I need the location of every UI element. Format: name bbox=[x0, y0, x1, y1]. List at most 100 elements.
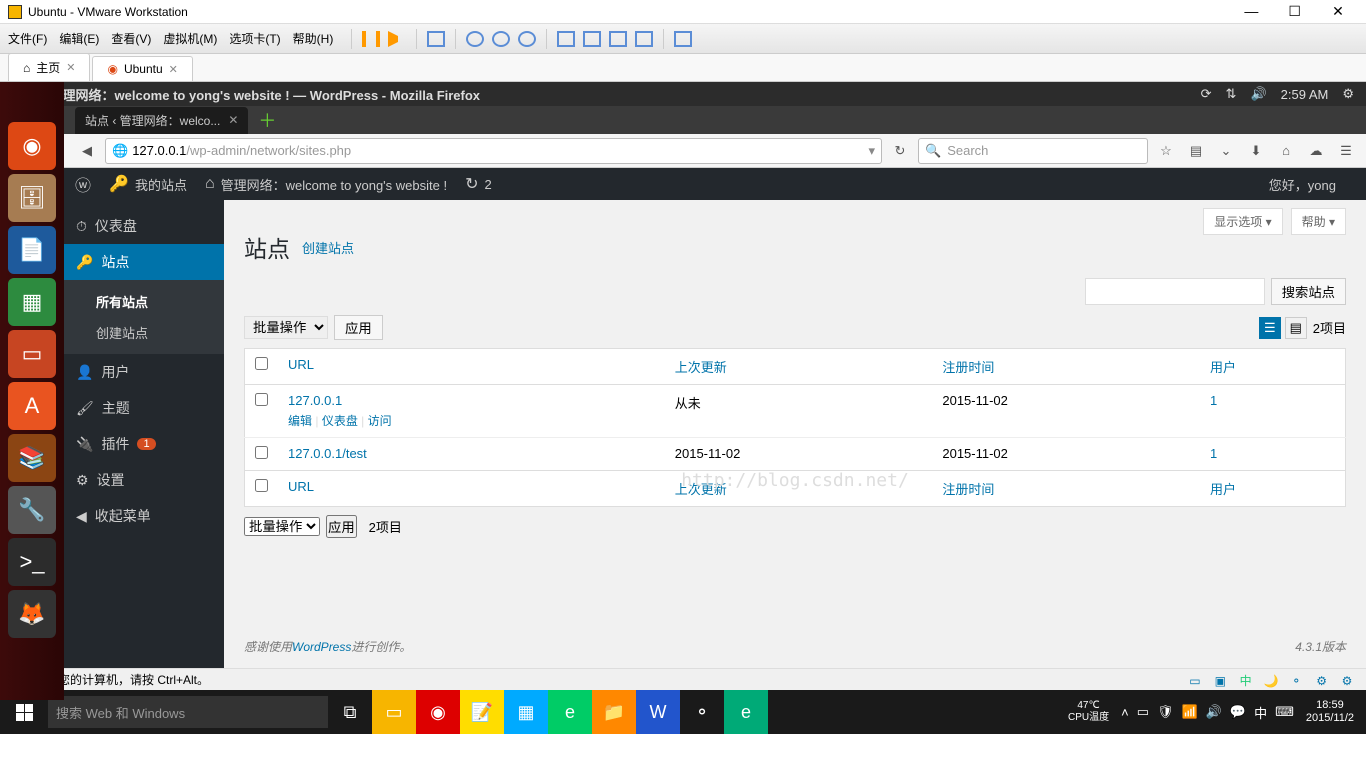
device-icon[interactable]: ▭ bbox=[1186, 674, 1204, 688]
launcher-impress[interactable]: ▭ bbox=[8, 330, 56, 378]
site-url-link[interactable]: 127.0.0.1/test bbox=[288, 446, 367, 461]
menu-icon[interactable]: ☰ bbox=[1334, 139, 1358, 163]
temp-widget[interactable]: 47℃ CPU温度 bbox=[1068, 700, 1109, 724]
network-admin[interactable]: ⌂管理网络：welcome to yong's website ! bbox=[205, 175, 447, 194]
reload-button[interactable]: ↻ bbox=[888, 139, 912, 163]
menu-help[interactable]: 帮助(H) bbox=[293, 30, 334, 47]
submenu-all-sites[interactable]: 所有站点 bbox=[64, 286, 224, 317]
taskbar-app-icon[interactable]: ▦ bbox=[504, 690, 548, 734]
clock[interactable]: 18:59 2015/11/2 bbox=[1306, 699, 1354, 725]
clock[interactable]: 2:59 AM bbox=[1281, 87, 1329, 102]
col-updated[interactable]: 上次更新 bbox=[665, 471, 933, 507]
sidebar-users[interactable]: 👤用户 bbox=[64, 354, 224, 390]
tray-wifi-icon[interactable]: 📶 bbox=[1182, 704, 1198, 720]
col-users[interactable]: 用户 bbox=[1200, 471, 1346, 507]
taskbar-app-icon[interactable]: e bbox=[548, 690, 592, 734]
unity-icon[interactable] bbox=[674, 31, 692, 47]
launcher-dash[interactable]: ◉ bbox=[8, 122, 56, 170]
dropdown-icon[interactable]: ▾ bbox=[868, 143, 875, 159]
close-icon[interactable]: ✕ bbox=[169, 63, 178, 76]
clock-icon[interactable] bbox=[518, 31, 536, 47]
sidebar-dashboard[interactable]: ⏱仪表盘 bbox=[64, 208, 224, 244]
col-users[interactable]: 用户 bbox=[1200, 349, 1346, 385]
cell-users[interactable]: 1 bbox=[1210, 446, 1217, 461]
action-edit[interactable]: 编辑 bbox=[288, 414, 312, 428]
tray-shield-icon[interactable]: 🛡 bbox=[1157, 704, 1174, 720]
view-icon[interactable] bbox=[557, 31, 575, 47]
chat-icon[interactable]: ☁ bbox=[1304, 139, 1328, 163]
select-all-checkbox[interactable] bbox=[255, 357, 268, 370]
row-checkbox[interactable] bbox=[255, 393, 268, 406]
gear-icon[interactable]: ⚙ bbox=[1342, 86, 1354, 102]
pause-icon[interactable] bbox=[362, 31, 380, 47]
launcher-amazon[interactable]: 📚 bbox=[8, 434, 56, 482]
col-registered[interactable]: 注册时间 bbox=[932, 349, 1200, 385]
sync-icon[interactable]: ⟳ bbox=[1201, 86, 1212, 102]
apply-button[interactable]: 应用 bbox=[334, 315, 383, 340]
home-icon[interactable]: ⌂ bbox=[1274, 139, 1298, 163]
view-excerpt-icon[interactable]: ▤ bbox=[1285, 317, 1307, 339]
star-icon[interactable]: ☆ bbox=[1154, 139, 1178, 163]
tray-keyboard-icon[interactable]: ⌨ bbox=[1275, 704, 1294, 720]
screen-options-button[interactable]: 显示选项 ▾ bbox=[1203, 208, 1282, 235]
launcher-firefox[interactable]: 🦊 bbox=[8, 590, 56, 638]
menu-view[interactable]: 查看(V) bbox=[111, 30, 151, 47]
close-icon[interactable]: ✕ bbox=[66, 61, 75, 74]
tray-chevron-icon[interactable]: ˄ bbox=[1121, 705, 1129, 720]
close-button[interactable]: ✕ bbox=[1318, 3, 1358, 20]
search-button[interactable]: 搜索站点 bbox=[1271, 278, 1346, 305]
pocket-icon[interactable]: ⌄ bbox=[1214, 139, 1238, 163]
network-icon[interactable]: ⇅ bbox=[1226, 86, 1237, 102]
tray-notification-icon[interactable]: 💬 bbox=[1230, 704, 1246, 720]
maximize-button[interactable]: ☐ bbox=[1275, 3, 1315, 20]
device-icon[interactable]: ⚙ bbox=[1313, 674, 1331, 688]
sidebar-settings[interactable]: ⚙设置 bbox=[64, 462, 224, 498]
sidebar-themes[interactable]: 🖌主题 bbox=[64, 390, 224, 426]
new-tab-button[interactable]: ＋ bbox=[258, 107, 276, 133]
taskbar-app-icon[interactable]: ◉ bbox=[416, 690, 460, 734]
cell-users[interactable]: 1 bbox=[1210, 393, 1217, 408]
menu-file[interactable]: 文件(F) bbox=[8, 30, 47, 47]
sidebar-sites[interactable]: 🔑站点 bbox=[64, 244, 224, 280]
col-url[interactable]: URL bbox=[278, 471, 665, 507]
minimize-button[interactable]: — bbox=[1231, 3, 1271, 19]
submenu-create-site[interactable]: 创建站点 bbox=[64, 317, 224, 348]
wordpress-link[interactable]: WordPress bbox=[292, 640, 351, 654]
device-icon[interactable]: 中 bbox=[1237, 672, 1255, 686]
site-url-link[interactable]: 127.0.0.1 bbox=[288, 393, 342, 408]
downloads-icon[interactable]: ⬇ bbox=[1244, 139, 1268, 163]
apply-button[interactable]: 应用 bbox=[326, 515, 357, 538]
taskbar-word-icon[interactable]: W bbox=[636, 690, 680, 734]
sound-icon[interactable]: 🔊 bbox=[1250, 86, 1266, 102]
launcher-calc[interactable]: ▦ bbox=[8, 278, 56, 326]
action-visit[interactable]: 访问 bbox=[368, 414, 392, 428]
col-updated[interactable]: 上次更新 bbox=[665, 349, 933, 385]
device-icon[interactable]: ⚙ bbox=[1338, 674, 1356, 688]
wp-logo[interactable]: ⓦ bbox=[75, 172, 91, 196]
fullscreen-icon[interactable] bbox=[635, 31, 653, 47]
menu-vm[interactable]: 虚拟机(M) bbox=[163, 30, 217, 47]
taskbar-vmware-icon[interactable]: ▭ bbox=[372, 690, 416, 734]
action-dashboard[interactable]: 仪表盘 bbox=[322, 414, 358, 428]
col-url[interactable]: URL bbox=[278, 349, 665, 385]
taskbar-app-icon[interactable]: ⚬ bbox=[680, 690, 724, 734]
cortana-search[interactable]: 搜索 Web 和 Windows bbox=[48, 696, 328, 728]
bulk-action-select[interactable]: 批量操作 bbox=[244, 517, 320, 536]
clock-icon[interactable] bbox=[492, 31, 510, 47]
launcher-files[interactable]: 🗄 bbox=[8, 174, 56, 222]
howdy[interactable]: 您好，yong bbox=[1269, 175, 1336, 194]
taskbar-ie-icon[interactable]: e bbox=[724, 690, 768, 734]
launcher-settings[interactable]: 🔧 bbox=[8, 486, 56, 534]
my-sites[interactable]: 🔑我的站点 bbox=[109, 174, 187, 194]
device-icon[interactable]: ⚬ bbox=[1287, 674, 1305, 688]
tab-ubuntu[interactable]: ◉ Ubuntu ✕ bbox=[92, 56, 192, 81]
launcher-terminal[interactable]: >_ bbox=[8, 538, 56, 586]
launcher-writer[interactable]: 📄 bbox=[8, 226, 56, 274]
back-button[interactable]: ◀ bbox=[75, 139, 99, 163]
view-icon[interactable] bbox=[609, 31, 627, 47]
search-input[interactable] bbox=[1085, 278, 1265, 305]
view-icon[interactable] bbox=[583, 31, 601, 47]
clock-icon[interactable] bbox=[466, 31, 484, 47]
menu-edit[interactable]: 编辑(E) bbox=[59, 30, 99, 47]
menu-tabs[interactable]: 选项卡(T) bbox=[229, 30, 280, 47]
